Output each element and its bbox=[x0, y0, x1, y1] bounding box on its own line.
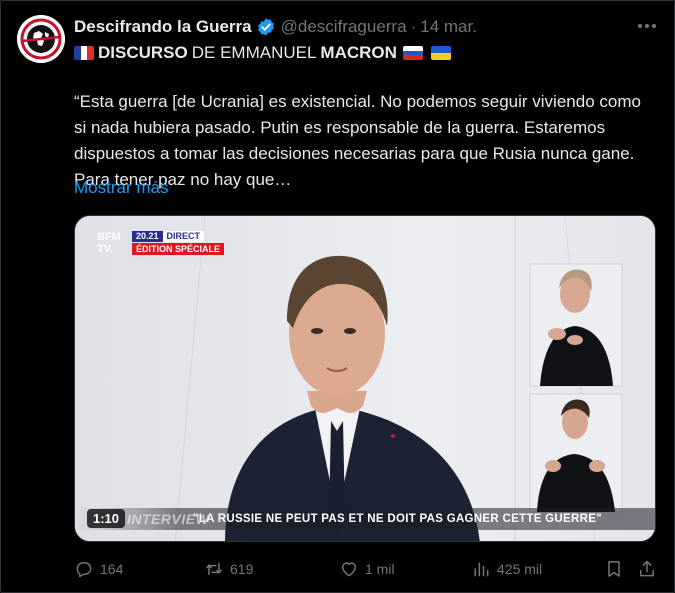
verified-badge-icon[interactable] bbox=[256, 17, 276, 37]
share-button[interactable] bbox=[637, 558, 663, 580]
avatar[interactable] bbox=[17, 15, 65, 63]
share-icon bbox=[640, 560, 654, 577]
headline-part-1: DISCURSO bbox=[98, 43, 188, 62]
like-count: 1 mil bbox=[365, 561, 395, 577]
reply-count: 164 bbox=[100, 561, 124, 577]
more-icon bbox=[638, 24, 642, 28]
tweet-headline: DISCURSO DE EMMANUEL MACRON bbox=[74, 43, 455, 63]
repost-button[interactable]: 619 bbox=[204, 558, 253, 580]
repost-icon bbox=[205, 563, 223, 575]
separator-dot: · bbox=[410, 17, 417, 36]
channel-logo: BFM TV. bbox=[97, 231, 121, 255]
headline-part-3: MACRON bbox=[320, 43, 397, 62]
avatar-logo-icon bbox=[17, 15, 65, 63]
live-label: DIRECT bbox=[162, 231, 205, 242]
tweet-header: Descifrando la Guerra @descifraguerra · … bbox=[74, 15, 477, 39]
action-bar: 164 619 1 mil 425 mil bbox=[74, 558, 659, 582]
author-handle[interactable]: @descifraguerra bbox=[281, 17, 407, 37]
tweet-date[interactable]: 14 mar. bbox=[420, 17, 477, 37]
tweet-card[interactable]: Descifrando la Guerra @descifraguerra · … bbox=[0, 0, 675, 593]
bookmark-button[interactable] bbox=[604, 558, 630, 580]
russia-flag-icon bbox=[402, 46, 423, 60]
bookmark-icon bbox=[608, 561, 620, 577]
headline-part-2: DE EMMANUEL bbox=[191, 43, 317, 62]
author-name[interactable]: Descifrando la Guerra bbox=[74, 17, 252, 37]
more-icon bbox=[645, 24, 649, 28]
ticker-text: "LA RUSSIE NE PEUT PAS ET NE DOIT PAS GA… bbox=[193, 513, 602, 525]
views-icon bbox=[474, 562, 489, 577]
views-count: 425 mil bbox=[497, 561, 543, 577]
views-button[interactable]: 425 mil bbox=[471, 558, 542, 580]
reply-button[interactable]: 164 bbox=[74, 558, 123, 580]
video-duration: 1:10 bbox=[87, 509, 126, 528]
live-badge: 20.21 DIRECT bbox=[132, 231, 205, 242]
show-more-link[interactable]: Mostrar más bbox=[74, 178, 168, 198]
edition-badge: ÉDITION SPÉCIALE bbox=[132, 243, 225, 255]
video-frame bbox=[75, 216, 655, 541]
like-button[interactable]: 1 mil bbox=[339, 558, 395, 580]
repost-count: 619 bbox=[230, 561, 254, 577]
like-icon bbox=[342, 562, 356, 577]
more-options-button[interactable] bbox=[636, 15, 658, 37]
broadcast-time: 20.21 bbox=[132, 231, 163, 242]
ukraine-flag-icon bbox=[430, 46, 451, 60]
france-flag-icon bbox=[74, 46, 94, 60]
reply-icon bbox=[76, 562, 92, 578]
video-player[interactable]: BFM TV. 20.21 DIRECT ÉDITION SPÉCIALE IN… bbox=[74, 215, 656, 542]
more-icon bbox=[652, 24, 656, 28]
